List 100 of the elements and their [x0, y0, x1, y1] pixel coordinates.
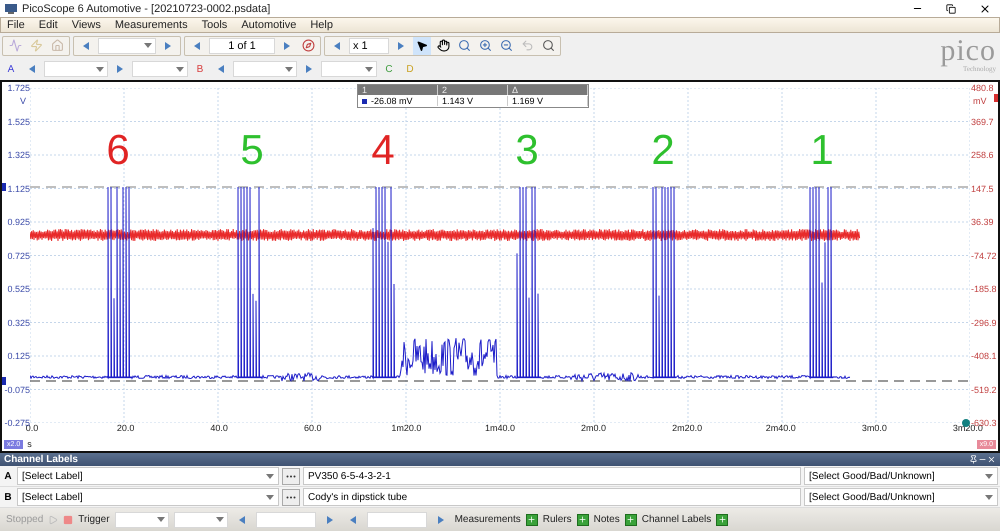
- status-label: Channel Labels: [642, 514, 712, 525]
- page-field[interactable]: 1 of 1: [209, 38, 275, 54]
- menu-item[interactable]: Edit: [38, 19, 58, 31]
- time-field[interactable]: [256, 512, 316, 528]
- zoom-field[interactable]: x 1: [349, 38, 389, 54]
- axis-tick-label: 1.325: [7, 149, 30, 161]
- logo: pico: [940, 37, 996, 65]
- right-arrow-icon: [438, 516, 444, 524]
- label-dropdown[interactable]: [Select Label]: [17, 488, 279, 506]
- trigger-dropdown[interactable]: [114, 512, 169, 528]
- plus-icon: [578, 515, 588, 524]
- axis-unit: s: [27, 439, 32, 449]
- axis-unit: mV: [973, 96, 986, 106]
- axis-tick-label: 369.7: [971, 116, 994, 128]
- axis-tick-label: 60.0: [303, 423, 323, 435]
- axis-tick-label: 0.525: [7, 283, 30, 295]
- rating-dropdown[interactable]: [Select Good/Bad/Unknown]: [804, 467, 998, 485]
- more-button[interactable]: [282, 488, 300, 506]
- plus-icon: [626, 515, 636, 524]
- status-text: Stopped: [6, 514, 44, 525]
- axis-tick-label: 2m0.0: [580, 423, 608, 435]
- pin-icon[interactable]: [969, 455, 978, 464]
- ruler-handle[interactable]: [2, 183, 6, 191]
- caret-icon: [144, 43, 152, 48]
- menu-item[interactable]: Help: [310, 19, 333, 31]
- status-label: Notes: [594, 514, 620, 525]
- table-cell: -26.08 mV: [358, 96, 438, 106]
- status-label: Rulers: [542, 514, 572, 525]
- axis-tick-label: 0.925: [7, 216, 30, 228]
- more-button[interactable]: [282, 468, 300, 484]
- left-arrow-icon: [238, 516, 245, 524]
- axis-tick-label: 1.725: [7, 82, 30, 94]
- axis-tick-label: 40.0: [209, 423, 229, 435]
- menu-item[interactable]: Measurements: [114, 19, 188, 31]
- menu-item[interactable]: Views: [72, 19, 101, 31]
- app-icon: [4, 2, 18, 14]
- menu-item[interactable]: File: [7, 19, 25, 31]
- axis-tick-label: 36.39: [971, 216, 994, 228]
- axis-tick-label: -296.9: [971, 316, 997, 328]
- add-button[interactable]: [576, 514, 589, 526]
- axis-tick-label: -408.1: [971, 350, 997, 362]
- label-dropdown[interactable]: [Select Label]: [17, 467, 279, 485]
- left-arrow-icon: [350, 516, 356, 524]
- channel-button[interactable]: A: [2, 60, 20, 78]
- panel-title: Channel Labels: [4, 454, 79, 465]
- window-title: PicoScope 6 Automotive - [20210723-0002.psdata]: [22, 2, 272, 14]
- caret-icon: [96, 66, 104, 72]
- table-cell: 1.143 V: [438, 96, 508, 106]
- caret-icon: [266, 474, 274, 478]
- coupling-dropdown[interactable]: [132, 61, 188, 77]
- dots-icon: [286, 496, 296, 498]
- caret-icon: [216, 517, 224, 522]
- burst-number: 4: [370, 128, 396, 172]
- add-button[interactable]: [624, 514, 637, 526]
- axis-tick-label: 0.725: [7, 250, 30, 262]
- axis-tick-label: 2m20.0: [671, 423, 704, 435]
- axis-tick-label: 480.8: [971, 82, 994, 94]
- right-arrow-icon: [398, 42, 404, 50]
- channel-letter: A: [3, 470, 13, 482]
- channel-button[interactable]: B: [191, 60, 209, 78]
- coupling-dropdown[interactable]: [321, 61, 377, 77]
- close-icon: [979, 2, 991, 14]
- burst-number: 3: [514, 128, 540, 172]
- right-arrow-icon: [117, 65, 123, 73]
- stop-icon[interactable]: [63, 514, 74, 524]
- trigger-mode-dropdown[interactable]: [174, 512, 228, 528]
- close-icon[interactable]: [987, 455, 996, 464]
- caret-icon: [266, 494, 274, 500]
- burst-number: 5: [239, 128, 265, 172]
- caret-icon: [156, 517, 165, 522]
- add-button[interactable]: [526, 514, 538, 526]
- left-arrow-icon: [194, 42, 200, 50]
- ruler-handle[interactable]: [2, 377, 6, 385]
- left-arrow-icon: [334, 42, 340, 50]
- axis-tick-label: -519.2: [971, 384, 997, 396]
- axis-tick-label: 2m40.0: [764, 423, 797, 435]
- time-field[interactable]: [366, 512, 427, 528]
- ruler-handle[interactable]: [994, 94, 998, 102]
- square-icon: [362, 98, 367, 104]
- caret-icon: [365, 66, 373, 72]
- axis-tick-label: 1m40.0: [484, 423, 516, 435]
- left-arrow-icon: [29, 65, 35, 73]
- channel-letter: B: [3, 492, 13, 502]
- menu-item[interactable]: Automotive: [241, 19, 296, 31]
- caret-icon: [285, 66, 293, 72]
- caret-icon: [985, 474, 993, 478]
- axis-tick-label: -74.72: [971, 250, 997, 262]
- axis-tick-label: 147.5: [971, 182, 994, 194]
- dropdown-field[interactable]: [98, 38, 156, 54]
- add-button[interactable]: [716, 514, 728, 526]
- restore-icon: [946, 4, 956, 14]
- right-arrow-icon: [306, 65, 312, 73]
- axis-tick-label: 0.325: [7, 316, 30, 328]
- menu-item[interactable]: Tools: [202, 19, 228, 31]
- rating-dropdown[interactable]: [Select Good/Bad/Unknown]: [804, 488, 998, 506]
- table-cell: 1.169 V: [508, 96, 588, 106]
- label-note-field[interactable]: Cody's in dipstick tube: [303, 488, 801, 506]
- label-note-field[interactable]: PV350 6-5-4-3-2-1: [303, 467, 801, 485]
- pointer-icon[interactable]: [413, 36, 431, 54]
- axis-tick-label: 1.125: [7, 182, 30, 194]
